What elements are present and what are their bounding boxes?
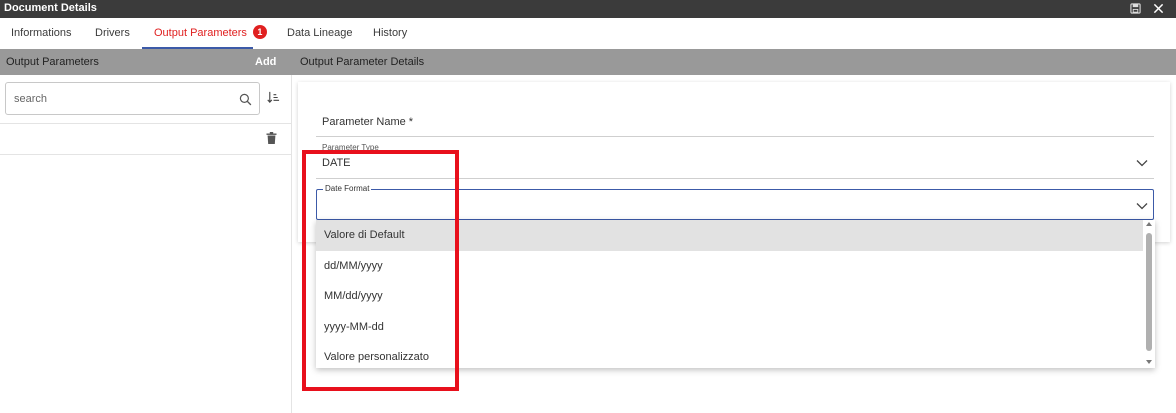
scrollbar-thumb[interactable] (1146, 233, 1152, 351)
parameter-name-label: Parameter Name * (322, 116, 414, 128)
close-icon[interactable] (1151, 1, 1165, 15)
output-parameters-list-panel (0, 75, 292, 413)
parameter-type-label: Parameter Type (322, 143, 379, 152)
tab-bar: Informations Drivers Output Parameters 1 … (0, 18, 1176, 49)
tab-informations[interactable]: Informations (11, 18, 72, 49)
parameter-type-value: DATE (322, 157, 351, 169)
right-panel-header: Output Parameter Details (292, 49, 1176, 75)
dropdown-option-mm-dd-yyyy[interactable]: MM/dd/yyyy (316, 281, 1143, 312)
tab-data-lineage[interactable]: Data Lineage (287, 18, 352, 49)
dropdown-scrollbar[interactable] (1143, 220, 1155, 368)
left-panel-title: Output Parameters (6, 56, 99, 68)
chevron-down-icon[interactable] (1136, 158, 1148, 167)
tab-history[interactable]: History (373, 18, 407, 49)
dropdown-option-custom[interactable]: Valore personalizzato (316, 342, 1143, 368)
dropdown-option-dd-mm-yyyy[interactable]: dd/MM/yyyy (316, 251, 1143, 282)
save-icon[interactable] (1128, 1, 1142, 15)
dropdown-option-yyyy-mm-dd[interactable]: yyyy-MM-dd (316, 312, 1143, 343)
date-format-select[interactable]: Date Format (316, 184, 1154, 220)
sort-icon[interactable] (267, 91, 281, 105)
parameter-type-select[interactable]: Parameter Type DATE (316, 142, 1154, 179)
tab-drivers[interactable]: Drivers (95, 18, 130, 49)
scroll-up-arrow-icon[interactable] (1146, 222, 1152, 226)
dropdown-option-default[interactable]: Valore di Default (316, 220, 1143, 251)
window-titlebar: Document Details (0, 0, 1176, 18)
list-item[interactable] (0, 123, 291, 155)
parameter-details-card: Parameter Name * Parameter Type DATE Dat… (298, 82, 1170, 242)
search-input[interactable] (14, 91, 224, 107)
tab-output-parameters-label: Output Parameters (154, 27, 247, 39)
search-icon[interactable] (239, 93, 253, 107)
scroll-down-arrow-icon[interactable] (1146, 360, 1152, 364)
date-format-dropdown: Valore di Default dd/MM/yyyy MM/dd/yyyy … (316, 220, 1155, 368)
window-title: Document Details (4, 2, 97, 14)
trash-icon[interactable] (266, 132, 278, 146)
date-format-label: Date Format (323, 184, 372, 193)
error-count-badge: 1 (252, 25, 267, 40)
right-panel-title: Output Parameter Details (300, 56, 425, 68)
tab-output-parameters[interactable]: Output Parameters 1 (154, 18, 267, 49)
chevron-down-icon[interactable] (1136, 201, 1148, 210)
search-box (5, 82, 260, 115)
left-panel-header: Output Parameters Add (0, 49, 292, 75)
add-button[interactable]: Add (255, 56, 276, 68)
parameter-name-field[interactable]: Parameter Name * (316, 112, 1154, 137)
